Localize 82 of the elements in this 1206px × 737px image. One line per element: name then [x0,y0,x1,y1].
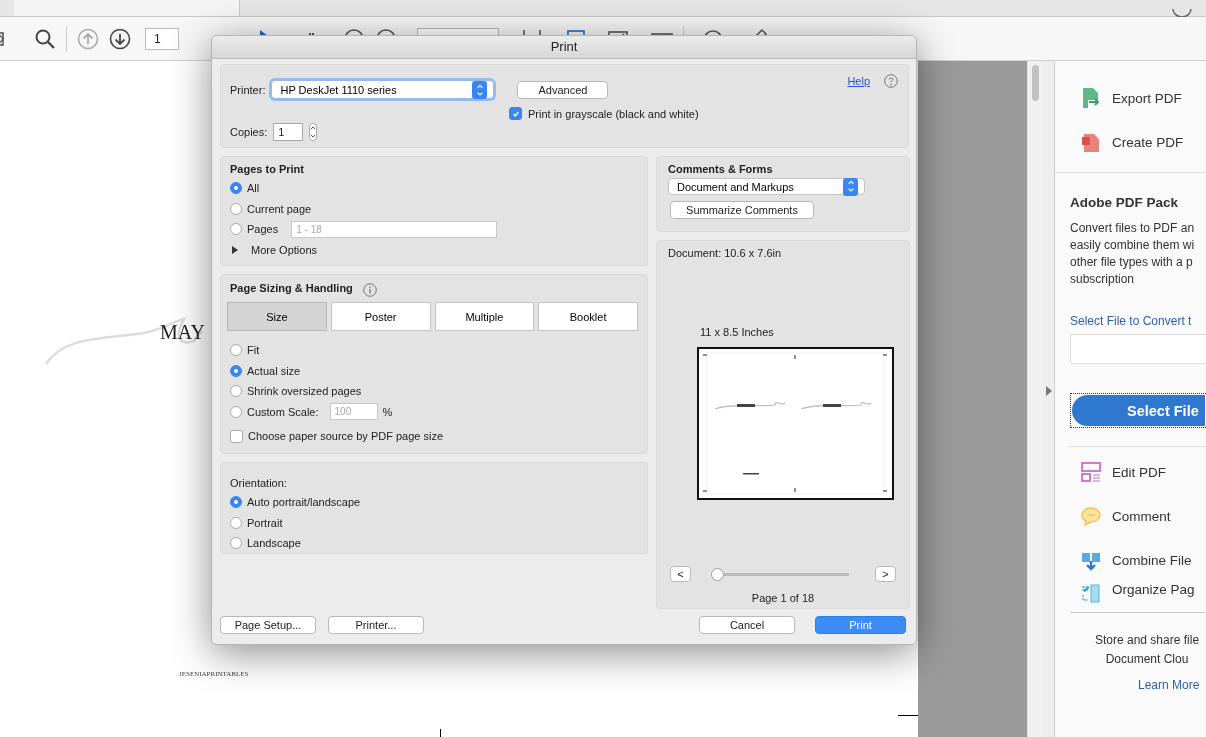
option-label: Auto portrait/landscape [247,496,361,509]
edit-icon[interactable] [1080,461,1102,483]
tool-label[interactable]: Export PDF [1112,90,1182,106]
checkbox[interactable] [509,107,522,120]
convert-link[interactable]: Select File to Convert t [1070,314,1206,328]
tool-label[interactable]: Edit PDF [1112,464,1166,480]
cloud-text: Store and share file Document Clou [1095,632,1200,668]
help-icon[interactable] [884,74,898,88]
radio-button[interactable] [230,344,242,357]
select-file-button[interactable]: Select File [1072,395,1205,426]
organize-icon[interactable] [1080,582,1102,604]
slider-thumb[interactable] [711,567,724,581]
section-title: Page Sizing & Handling [230,282,353,294]
page-count-label: Page 1 of 18 [750,592,816,604]
export-icon[interactable] [1080,87,1102,109]
option-label: Shrink oversized pages [247,385,362,398]
next-page-button[interactable]: > [875,566,896,582]
section-title: Pages to Print [230,163,305,175]
stepper-icon[interactable] [309,122,318,141]
checkbox[interactable] [230,429,243,443]
pack-description: Convert files to PDF an easily combine them wi other file types with a p subscription [1070,220,1196,288]
page-number-field[interactable]: 1 [145,27,179,50]
option-label: Fit [247,344,260,357]
tool-label[interactable]: Organize Pag [1112,582,1195,597]
summarize-comments-button[interactable]: Summarize Comments [670,201,814,219]
more-options-toggle[interactable]: More Options [251,243,318,256]
tool-label[interactable]: Combine File [1112,552,1192,568]
option-label: Custom Scale: [247,405,319,418]
section-title: Adobe PDF Pack [1070,195,1180,210]
radio-button[interactable] [230,405,242,418]
file-field[interactable] [1070,334,1206,364]
sizing-tab[interactable]: Size [227,302,327,331]
unit-label: % [382,405,393,418]
help-link[interactable]: Help [847,75,870,87]
option-label: Actual size [247,364,301,377]
copies-field[interactable]: 1 [273,122,304,141]
document-size-label: Document: 10.6 x 7.6in [668,247,783,259]
radio-button[interactable] [230,496,242,509]
page-heading: MAY [160,321,205,344]
tool-label[interactable]: Create PDF [1112,134,1184,150]
dialog-button[interactable]: Page Setup... [220,616,316,634]
checkmark-icon [511,109,520,118]
search-icon[interactable] [34,27,56,50]
radio-button[interactable] [230,223,242,236]
sizing-tab[interactable]: Multiple [434,302,535,331]
copies-label: Copies: [230,125,268,138]
scrollbar-thumb[interactable] [1032,65,1039,101]
dialog-button[interactable]: Cancel [699,616,795,634]
previous-page-button[interactable]: < [670,566,691,582]
paper-size-label: 11 x 8.5 Inches [700,326,775,338]
section-title: Orientation: [230,477,288,489]
radio-button[interactable] [230,516,242,529]
radio-button[interactable] [230,364,242,377]
radio-button[interactable] [230,182,242,195]
comment-icon[interactable] [1080,505,1102,527]
updown-icon [475,82,484,97]
advanced-button[interactable]: Advanced [517,80,609,99]
option-label: Landscape [247,537,301,550]
tool-label[interactable]: Comment [1112,508,1171,524]
info-icon[interactable] [362,282,377,297]
dialog-button[interactable]: Printer... [328,616,424,634]
section-title: Comments & Forms [668,163,774,175]
option-label: Pages [247,223,279,236]
radio-button[interactable] [230,385,242,398]
printer-label: Printer: [230,83,266,96]
create-icon[interactable] [1080,131,1102,153]
printer-dropdown[interactable]: HP DeskJet 1110 series [271,80,495,100]
sizing-tab[interactable]: Poster [330,302,431,331]
radio-button[interactable] [230,537,242,550]
option-label: All [247,182,260,195]
sizing-tab[interactable]: Booklet [538,302,638,331]
checkbox-label: Choose paper source by PDF page size [248,430,444,443]
learn-more-link[interactable]: Learn More [1138,678,1200,692]
dialog-title: Print [212,36,916,59]
help-icon[interactable] [1172,9,1192,17]
comments-dropdown[interactable]: Document and Markups [668,178,865,195]
updown-icon [846,179,855,194]
option-label: Portrait [247,516,283,529]
radio-button[interactable] [230,202,242,215]
checkbox-label: Print in grayscale (black and white) [528,107,699,120]
disclosure-icon[interactable] [232,245,238,254]
option-label: Current page [247,202,312,215]
